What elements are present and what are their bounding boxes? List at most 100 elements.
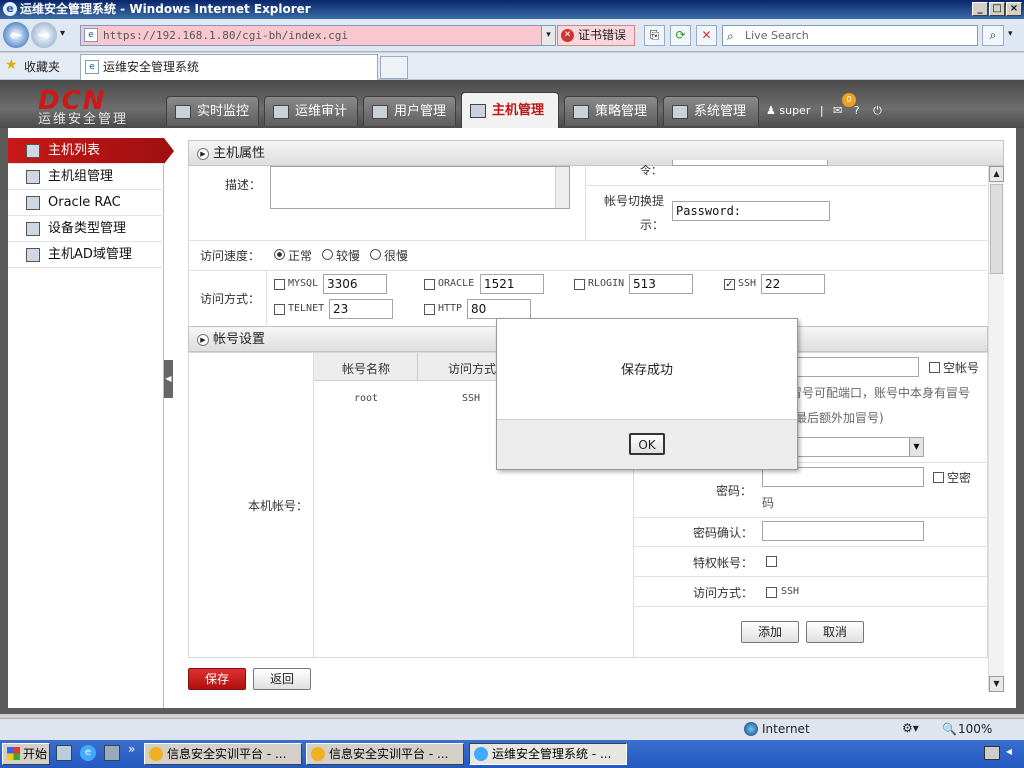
address-dropdown-icon[interactable]: ▾ [541,26,555,45]
scroll-down-icon[interactable]: ▼ [989,676,1004,692]
add-account-button[interactable]: 添加 [741,621,799,643]
protected-mode-icon[interactable]: ⚙▾ [902,721,919,735]
zoom-level[interactable]: 100% [958,722,992,736]
sidebar-item-label: 主机列表 [48,143,101,158]
cut-off-input[interactable] [672,160,828,166]
refresh-icon[interactable]: ⟳ [670,25,691,46]
switch-hint-input[interactable]: Password: [672,201,830,221]
zoom-icon[interactable]: 🔍 [942,722,957,736]
ssh-checkbox[interactable]: ✓ [724,279,735,290]
start-button[interactable]: 开始 [2,743,50,765]
speed-radio-slow[interactable] [322,249,333,260]
sidebar-item-ad-domain[interactable]: 主机AD域管理 [8,242,164,268]
nav-tab-audit[interactable]: 运维审计 [264,96,358,126]
minimize-button[interactable]: _ [972,2,988,16]
stop-icon[interactable]: ✕ [696,25,717,46]
oracle-port-input[interactable]: 1521 [480,274,544,294]
scroll-up-icon[interactable]: ▲ [989,166,1004,182]
back-button[interactable]: 返回 [253,668,311,690]
telnet-checkbox[interactable] [274,304,285,315]
taskbar-item-chrome-2[interactable]: 信息安全实训平台 - ... [306,743,464,765]
taskbar-item-chrome-1[interactable]: 信息安全实训平台 - ... [144,743,302,765]
history-dropdown-icon[interactable]: ▾ [60,28,65,39]
oracle-checkbox[interactable] [424,279,435,290]
ok-button[interactable]: OK [629,433,665,455]
chevron-down-icon[interactable]: ▼ [909,438,923,456]
show-desktop-icon[interactable] [56,745,72,761]
compat-view-icon[interactable]: ⎘ [644,25,665,46]
logout-icon[interactable]: ⏻ [873,104,882,117]
sidebar-item-host-list[interactable]: 主机列表 [8,138,174,164]
sidebar-item-device-type[interactable]: 设备类型管理 [8,216,164,242]
sidebar-item-host-group[interactable]: 主机组管理 [8,164,164,190]
collapse-sidebar-handle[interactable]: ◀ [164,360,173,398]
nav-tab-users[interactable]: 用户管理 [363,96,456,126]
description-textarea[interactable] [270,166,570,209]
cancel-account-button[interactable]: 取消 [806,621,864,643]
forward-icon[interactable]: → [31,22,57,48]
nav-tab-hosts[interactable]: 主机管理 [461,92,559,128]
mysql-checkbox[interactable] [274,279,285,290]
speed-radio-normal[interactable] [274,249,285,260]
privileged-account-label: 特权帐号： [693,556,754,570]
quicklaunch-more-icon[interactable]: » [128,742,135,756]
switch-hint-label-cont: 示： [640,218,665,232]
ssh-port-input[interactable]: 22 [761,274,825,294]
quicklaunch-icon[interactable] [104,745,120,761]
empty-account-checkbox[interactable] [929,362,940,373]
nav-tab-system[interactable]: 系统管理 [663,96,759,126]
certificate-error-button[interactable]: ✕ 证书错误 [557,25,635,46]
textarea-scrollbar[interactable] [555,167,569,208]
taskbar-item-ie[interactable]: 运维安全管理系统 - ... [469,743,627,765]
ie-quicklaunch-icon[interactable]: e [80,745,96,761]
mail-icon[interactable]: ✉ [833,104,842,117]
window-title-bar: e 运维安全管理系统 - Windows Internet Explorer _… [0,0,1024,19]
back-icon[interactable]: ← [3,22,29,48]
username[interactable]: super [779,104,810,117]
users-icon [372,105,388,119]
mysql-port-input[interactable]: 3306 [323,274,387,294]
nav-tab-monitor[interactable]: 实时监控 [166,96,259,126]
account-row-name[interactable]: root [354,393,378,404]
keyboard-tray-icon[interactable] [984,746,1000,760]
browser-tab[interactable]: e 运维安全管理系统 [80,54,378,80]
access-method-label: 访问方式： [200,292,261,306]
scroll-thumb[interactable] [990,184,1003,274]
search-icon[interactable]: ⌕ [982,25,1004,46]
speed-option-label: 很慢 [384,249,409,263]
security-zone[interactable]: Internet [762,722,810,736]
vertical-scrollbar[interactable]: ▲ ▼ [988,166,1004,692]
rlogin-checkbox[interactable] [574,279,585,290]
search-options-icon[interactable]: ▾ [1008,29,1013,39]
volume-tray-icon[interactable]: ◂ [1006,744,1012,758]
privileged-account-checkbox[interactable] [766,556,777,567]
empty-account-label: 空帐号 [943,361,980,375]
new-tab-button[interactable] [380,56,408,79]
sidebar-item-oracle-rac[interactable]: Oracle RAC [8,190,164,216]
save-success-dialog: 保存成功 OK [496,318,798,470]
password-confirm-input[interactable] [762,521,924,541]
close-window-button[interactable]: × [1006,2,1022,16]
help-icon[interactable]: ? [854,104,860,117]
empty-password-checkbox[interactable] [933,472,944,483]
speed-radio-very-slow[interactable] [370,249,381,260]
rlogin-port-input[interactable]: 513 [629,274,693,294]
notification-badge: 0 [842,93,856,107]
save-button[interactable]: 保存 [188,668,246,690]
favorites-star-icon[interactable]: ★ [5,57,18,73]
favorites-label[interactable]: 收藏夹 [24,58,60,75]
account-row-access[interactable]: SSH [462,393,480,404]
logo-subtitle: 运维安全管理 [38,112,129,127]
address-bar[interactable]: e https://192.168.1.80/cgi-bh/index.cgi … [80,25,556,46]
search-input[interactable]: ⌕ Live Search [722,25,978,46]
http-checkbox[interactable] [424,304,435,315]
account-ssh-checkbox[interactable] [766,587,777,598]
telnet-port-input[interactable]: 23 [329,299,393,319]
dialog-footer: OK [497,419,797,469]
nav-tab-policy[interactable]: 策略管理 [564,96,658,126]
http-port-input[interactable]: 80 [467,299,531,319]
audit-icon [273,105,289,119]
maximize-button[interactable]: □ [989,2,1005,16]
host-properties-header[interactable]: ▶ 主机属性 [188,140,1004,166]
password-input[interactable] [762,467,924,487]
